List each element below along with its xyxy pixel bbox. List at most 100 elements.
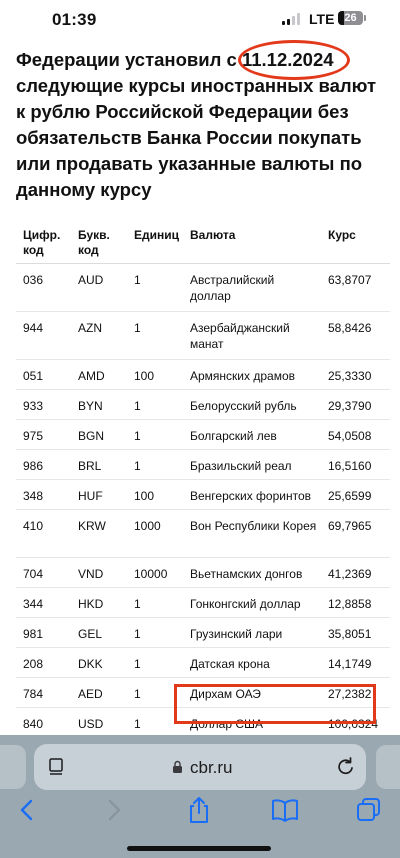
reload-icon[interactable]	[336, 756, 356, 778]
table-row: 208 DKK 1 Датская крона 14,1749	[16, 648, 390, 678]
row-numeric-code: 704	[23, 567, 44, 581]
row-rate: 14,1749	[328, 657, 372, 671]
table-row: 975 BGN 1 Болгарский лев 54,0508	[16, 420, 390, 450]
row-units: 100	[134, 369, 155, 383]
row-currency-name: Армянских драмов	[190, 369, 295, 383]
row-letter-code: BYN	[78, 399, 103, 413]
row-currency-name: Бразильский реал	[190, 459, 292, 473]
battery-icon: 26	[338, 11, 363, 25]
row-currency-name: Азербайджанский манат	[190, 321, 290, 351]
status-bar: 01:39 LTE 26	[0, 0, 400, 40]
row-numeric-code: 933	[23, 399, 44, 413]
row-units: 1	[134, 273, 141, 287]
table-header: Цифр. код Букв. код Единиц Валюта Курс	[16, 221, 390, 264]
usd-highlight-box	[174, 684, 376, 724]
row-numeric-code: 036	[23, 273, 44, 287]
table-row: 344 HKD 1 Гонконгский доллар 12,8858	[16, 588, 390, 618]
row-rate: 35,8051	[328, 627, 372, 641]
row-currency-name: Вьетнамских донгов	[190, 567, 303, 581]
row-letter-code: KRW	[78, 519, 106, 533]
back-arrow-icon[interactable]	[12, 795, 42, 825]
previous-tab-card[interactable]	[0, 745, 26, 789]
row-units: 1	[134, 321, 141, 335]
tabs-icon[interactable]	[354, 795, 384, 825]
row-letter-code: GEL	[78, 627, 103, 641]
row-letter-code: AZN	[78, 321, 102, 335]
table-row: 410 KRW 1000 Вон Республики Корея 69,7965	[16, 510, 390, 558]
url-text[interactable]: cbr.ru	[190, 758, 233, 778]
row-currency-name: Венгерских форинтов	[190, 489, 312, 503]
row-numeric-code: 348	[23, 489, 44, 503]
browser-toolbar: cbr.ru	[0, 735, 400, 858]
row-numeric-code: 840	[23, 717, 44, 731]
row-rate: 25,3330	[328, 369, 372, 383]
table-row: 348 HUF 100 Венгерских форинтов 25,6599	[16, 480, 390, 510]
row-units: 1	[134, 627, 141, 641]
header-rate: Курс	[328, 228, 356, 242]
row-letter-code: BGN	[78, 429, 105, 443]
row-letter-code: AED	[78, 687, 103, 701]
row-currency-name: Грузинский лари	[190, 627, 283, 641]
row-letter-code: AUD	[78, 273, 104, 287]
row-rate: 25,6599	[328, 489, 372, 503]
row-rate: 58,8426	[328, 321, 372, 335]
row-letter-code: HUF	[78, 489, 103, 503]
battery-tip	[364, 15, 366, 21]
heading-text-rest: следующие курсы иностранных валют к рубл…	[16, 75, 377, 200]
row-units: 1	[134, 399, 141, 413]
table-row: 944 AZN 1 Азербайджанский манат 58,8426	[16, 312, 390, 360]
row-units: 100	[134, 489, 155, 503]
table-row: 981 GEL 1 Грузинский лари 35,8051	[16, 618, 390, 648]
row-rate: 69,7965	[328, 519, 372, 533]
row-currency-name: Датская крона	[190, 657, 270, 671]
row-letter-code: HKD	[78, 597, 104, 611]
row-rate: 41,2369	[328, 567, 372, 581]
battery-level: 26	[344, 12, 357, 24]
forward-arrow-icon[interactable]	[99, 795, 129, 825]
table-row: 986 BRL 1 Бразильский реал 16,5160	[16, 450, 390, 480]
row-numeric-code: 784	[23, 687, 44, 701]
row-rate: 54,0508	[328, 429, 372, 443]
row-letter-code: USD	[78, 717, 104, 731]
row-numeric-code: 410	[23, 519, 44, 533]
header-letter-code: Букв. код	[78, 228, 110, 257]
row-numeric-code: 986	[23, 459, 44, 473]
heading-text-start: Федерации установил с	[16, 49, 242, 70]
header-units: Единиц	[134, 228, 179, 242]
row-currency-name: Гонконгский доллар	[190, 597, 301, 611]
header-numeric-code: Цифр. код	[23, 228, 61, 257]
home-indicator	[127, 846, 271, 851]
next-tab-card[interactable]	[376, 745, 400, 789]
row-numeric-code: 208	[23, 657, 44, 671]
row-numeric-code: 344	[23, 597, 44, 611]
row-units: 1	[134, 429, 141, 443]
status-time: 01:39	[52, 10, 97, 29]
row-units: 1	[134, 657, 141, 671]
network-type: LTE	[309, 11, 335, 27]
row-units: 10000	[134, 567, 168, 581]
table-row: 036 AUD 1 Австралийский доллар 63,8707	[16, 264, 390, 312]
row-rate: 29,3790	[328, 399, 372, 413]
page-menu-icon[interactable]	[48, 758, 64, 776]
bookmarks-icon[interactable]	[270, 795, 300, 825]
row-rate: 16,5160	[328, 459, 372, 473]
row-currency-name: Вон Республики Корея	[190, 519, 317, 533]
row-letter-code: AMD	[78, 369, 105, 383]
lock-icon	[173, 760, 182, 773]
row-letter-code: VND	[78, 567, 104, 581]
row-letter-code: DKK	[78, 657, 103, 671]
row-letter-code: BRL	[78, 459, 102, 473]
share-icon[interactable]	[184, 795, 214, 825]
row-currency-name: Болгарский лев	[190, 429, 277, 443]
row-currency-name: Белорусский рубль	[190, 399, 297, 413]
row-numeric-code: 944	[23, 321, 44, 335]
address-bar[interactable]: cbr.ru	[34, 744, 366, 790]
table-row: 933 BYN 1 Белорусский рубль 29,3790	[16, 390, 390, 420]
header-currency: Валюта	[190, 228, 236, 242]
row-units: 1	[134, 459, 141, 473]
table-row: 051 AMD 100 Армянских драмов 25,3330	[16, 360, 390, 390]
row-rate: 63,8707	[328, 273, 372, 287]
row-currency-name: Австралийский доллар	[190, 273, 275, 303]
row-numeric-code: 981	[23, 627, 44, 641]
row-numeric-code: 051	[23, 369, 44, 383]
